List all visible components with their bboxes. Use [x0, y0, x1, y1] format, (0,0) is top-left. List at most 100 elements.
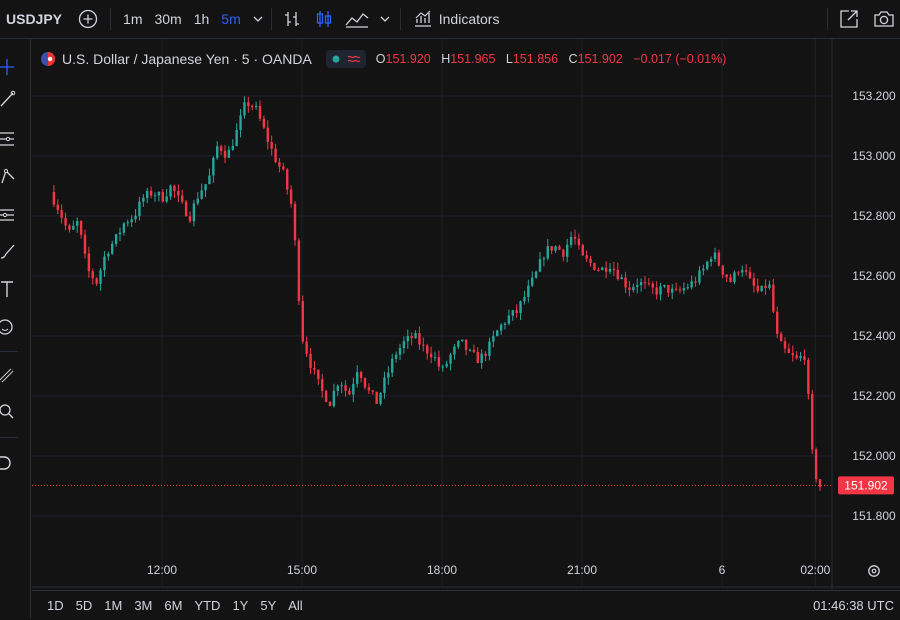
candle-body — [142, 197, 145, 202]
crosshair-icon[interactable] — [0, 57, 16, 77]
text-tool-icon[interactable] — [0, 279, 16, 299]
range-3m-button[interactable]: 3M — [128, 598, 158, 613]
fib-tool-icon[interactable] — [0, 205, 16, 225]
candle-body — [359, 372, 363, 378]
candle-body — [266, 127, 269, 142]
utc-clock[interactable]: 01:46:38 UTC — [813, 598, 894, 613]
range-ytd-button[interactable]: YTD — [188, 598, 226, 613]
candle-body — [616, 270, 619, 280]
candle-body — [332, 390, 336, 407]
candle-body — [737, 272, 740, 274]
candle-body — [791, 352, 794, 356]
candle-body — [581, 245, 584, 256]
compare-add-button[interactable] — [70, 0, 106, 38]
ruler-icon[interactable] — [0, 365, 16, 385]
time-axis[interactable]: 12:00 15:00 18:00 21:00 6 02:00 — [147, 563, 831, 577]
candle-body — [212, 157, 215, 176]
candle-body — [589, 258, 592, 264]
candle-body — [803, 356, 806, 361]
candle-body — [235, 130, 238, 147]
candle-body — [554, 246, 557, 251]
range-1d-button[interactable]: 1D — [41, 598, 70, 613]
candles-style-button[interactable] — [308, 0, 340, 38]
candle-body — [756, 285, 759, 292]
trend-line-icon[interactable] — [0, 89, 16, 109]
candle-body — [651, 283, 654, 288]
candle-body — [87, 253, 91, 272]
candle-body — [632, 286, 635, 291]
interval-1h-button[interactable]: 1h — [188, 11, 216, 27]
candle-body — [741, 270, 744, 273]
candle-body — [258, 105, 262, 119]
candle-body — [371, 390, 374, 392]
candle-body — [562, 249, 565, 257]
range-5y-button[interactable]: 5Y — [254, 598, 282, 613]
candle-body — [445, 363, 448, 367]
candle-body — [499, 324, 503, 331]
candle-body — [297, 240, 301, 301]
candle-body — [289, 189, 293, 204]
candle-body — [678, 289, 682, 291]
candle-body — [247, 102, 250, 107]
candle-body — [795, 355, 798, 359]
symbol-search-button[interactable]: USDJPY — [0, 0, 70, 38]
candle-body — [550, 246, 553, 251]
candle-body — [492, 336, 495, 342]
indicators-label: Indicators — [438, 11, 500, 27]
horizontal-lines-icon[interactable] — [0, 129, 16, 149]
market-status-pill[interactable] — [325, 50, 366, 68]
candle-body — [643, 282, 647, 284]
candle-body — [729, 277, 732, 283]
grid-lines — [32, 39, 900, 590]
indicators-button[interactable]: Indicators — [405, 0, 508, 38]
magnet-icon[interactable] — [0, 453, 16, 473]
snapshot-button[interactable] — [866, 0, 900, 38]
candle-body — [671, 288, 674, 293]
range-1y-button[interactable]: 1Y — [226, 598, 254, 613]
price-chart[interactable]: 151.902 153.200 153.000 152.800 152.600 152.… — [32, 39, 900, 590]
pattern-tool-icon[interactable] — [0, 167, 16, 187]
brush-icon[interactable] — [0, 241, 16, 261]
candle-body — [624, 277, 627, 288]
area-style-button[interactable] — [340, 0, 374, 38]
candle-body — [60, 210, 63, 218]
price-axis[interactable]: 153.200 153.000 152.800 152.600 152.400 152.2… — [852, 89, 896, 523]
candle-body — [534, 271, 538, 278]
candle-body — [149, 190, 153, 196]
interval-1m-button[interactable]: 1m — [117, 11, 148, 27]
candle-body — [72, 225, 75, 230]
interval-30m-button[interactable]: 30m — [148, 11, 187, 27]
candle-body — [414, 333, 417, 339]
candle-body — [811, 393, 814, 450]
range-1m-button[interactable]: 1M — [98, 598, 128, 613]
bar-style-button[interactable] — [276, 0, 308, 38]
candle-body — [344, 385, 347, 391]
candle-body — [585, 255, 588, 259]
candle-body — [639, 282, 643, 286]
candle-body — [569, 236, 573, 245]
candle-body — [402, 341, 406, 349]
zoom-icon[interactable] — [0, 401, 16, 421]
candle-body — [336, 385, 339, 391]
ohlc-values: O151.920 H151.965 L151.856 C151.902 −0.0… — [376, 52, 734, 66]
chart-type-dropdown[interactable] — [374, 0, 396, 38]
candle-body — [764, 285, 767, 289]
emoji-icon[interactable] — [0, 317, 16, 337]
fullscreen-button[interactable] — [832, 0, 866, 38]
candle-body — [480, 353, 483, 364]
candle-body — [340, 385, 343, 387]
range-6m-button[interactable]: 6M — [158, 598, 188, 613]
candle-body — [165, 196, 168, 202]
candle-body — [577, 238, 581, 246]
candle-body — [523, 296, 526, 302]
symbol-title[interactable]: U.S. Dollar / Japanese Yen · 5 · OANDA — [62, 51, 312, 67]
range-all-button[interactable]: All — [282, 598, 308, 613]
candle-body — [216, 146, 219, 158]
interval-5m-button[interactable]: 5m — [215, 11, 246, 27]
axis-settings-button[interactable] — [868, 565, 880, 577]
candle-body — [760, 285, 763, 292]
range-5d-button[interactable]: 5D — [70, 598, 99, 613]
chevron-down-icon[interactable] — [251, 12, 265, 26]
candle-body — [768, 284, 771, 289]
candle-body — [593, 263, 596, 270]
